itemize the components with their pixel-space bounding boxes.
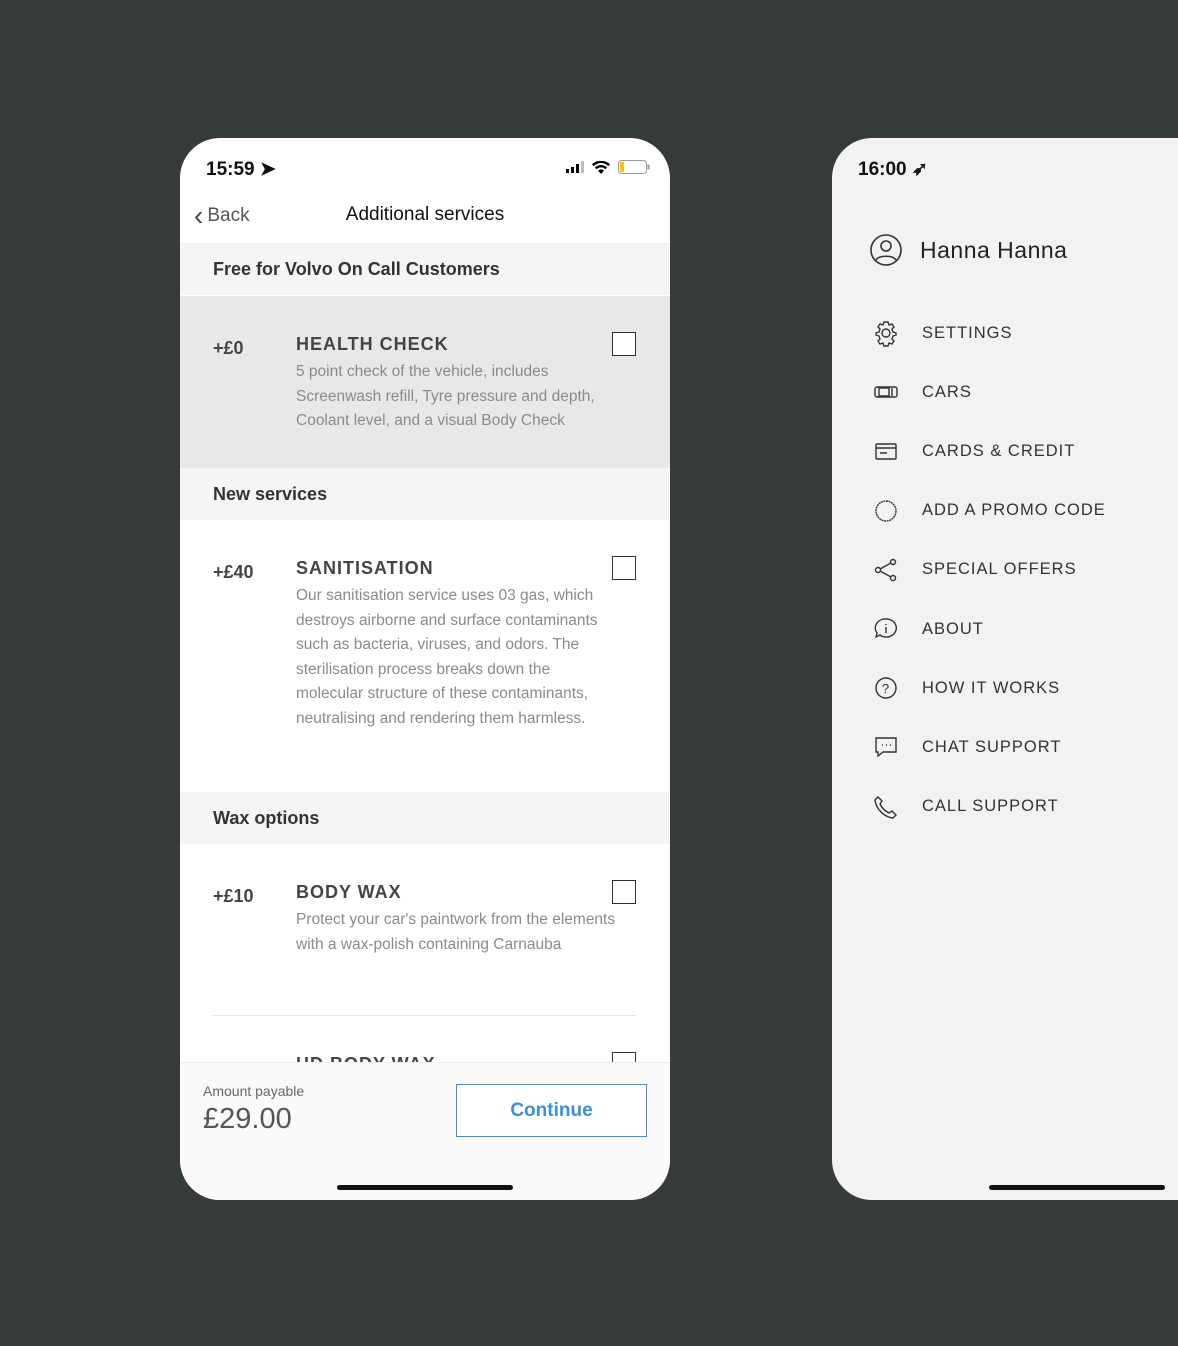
home-indicator: [337, 1185, 513, 1190]
menu-item-chat-support[interactable]: CHAT SUPPORT: [872, 733, 1061, 761]
section-header: Free for Volvo On Call Customers: [180, 243, 670, 295]
user-icon: [870, 234, 902, 266]
home-indicator: [989, 1185, 1165, 1190]
price: +£10: [213, 886, 254, 906]
price: +£40: [213, 562, 254, 582]
menu-label: CALL SUPPORT: [922, 797, 1059, 816]
service-body-wax[interactable]: +£10 BODY WAX Protect your car's paintwo…: [180, 844, 670, 1016]
menu-item-how-it-works[interactable]: ? HOW IT WORKS: [872, 674, 1060, 702]
menu-label: SPECIAL OFFERS: [922, 560, 1077, 579]
checkbox[interactable]: [612, 880, 636, 904]
promo-badge-icon: [875, 499, 897, 522]
section-header: New services: [180, 468, 670, 520]
chat-icon: [875, 737, 897, 758]
menu-label: CARDS & CREDIT: [922, 441, 1076, 460]
page-title: Additional services: [345, 204, 505, 225]
share-icon: [874, 558, 897, 581]
gear-icon: [875, 321, 897, 347]
credit-card-icon: [875, 443, 897, 461]
service-name: BODY WAX: [296, 882, 402, 902]
menu-label: HOW IT WORKS: [922, 678, 1061, 697]
checkbox[interactable]: [612, 332, 636, 356]
menu-label: ABOUT: [922, 619, 984, 638]
user-name: Hanna Hanna: [920, 236, 1068, 263]
payment-footer: Amount payable £29.00 Continue: [180, 1062, 670, 1200]
amount-value: £29.00: [203, 1103, 292, 1135]
amount-label: Amount payable: [203, 1083, 305, 1099]
price: +£0: [213, 338, 244, 358]
menu-screen: 16:00 ➶ Hanna Hanna SETTINGS CARS CARDS & …: [832, 138, 1178, 1200]
info-bubble-icon: [874, 618, 897, 639]
profile[interactable]: Hanna Hanna: [870, 234, 1067, 266]
service-description: Our sanitisation service uses 03 gas, wh…: [296, 587, 598, 727]
service-hd-body-wax[interactable]: HD BODY WAX: [180, 1016, 670, 1062]
svg-text:?: ?: [882, 681, 890, 696]
checkbox[interactable]: [612, 556, 636, 580]
battery-icon: [618, 160, 650, 174]
wifi-icon: [592, 160, 610, 174]
service-sanitisation[interactable]: +£40 SANITISATION Our sanitisation servi…: [180, 520, 670, 792]
menu-label: SETTINGS: [922, 323, 1013, 342]
menu-label: CHAT SUPPORT: [922, 737, 1062, 756]
section-header: Wax options: [180, 792, 670, 844]
service-health-check[interactable]: +£0 HEALTH CHECK 5 point check of the ve…: [180, 296, 670, 468]
service-description: 5 point check of the vehicle, includes S…: [296, 363, 595, 430]
menu-item-call-support[interactable]: CALL SUPPORT: [872, 793, 1059, 821]
checkbox[interactable]: [612, 1052, 636, 1062]
menu-item-settings[interactable]: SETTINGS: [872, 319, 1013, 347]
additional-services-screen: 15:59 ➤ ‹ Back Additional services Free f…: [180, 138, 670, 1200]
menu-item-add-a-promo-code[interactable]: ADD A PROMO CODE: [872, 497, 1106, 525]
menu-item-about[interactable]: ABOUT: [872, 615, 984, 643]
service-name: SANITISATION: [296, 558, 434, 578]
signal-icon: [566, 161, 584, 173]
menu-label: CARS: [922, 382, 972, 401]
continue-button[interactable]: Continue: [456, 1084, 647, 1137]
phone-icon: [874, 795, 897, 819]
menu-label: ADD A PROMO CODE: [922, 501, 1106, 520]
status-icons: [566, 160, 650, 174]
service-description: Protect your car's paintwork from the el…: [296, 911, 616, 953]
menu-item-cars[interactable]: CARS: [872, 378, 972, 406]
car-icon: [874, 386, 898, 398]
service-name: HD BODY WAX: [296, 1054, 436, 1062]
menu-item-special-offers[interactable]: SPECIAL OFFERS: [872, 556, 1077, 584]
status-time: 16:00 ➶: [858, 159, 928, 180]
service-name: HEALTH CHECK: [296, 334, 449, 354]
question-icon: ?: [875, 677, 897, 699]
status-time: 15:59 ➤: [206, 159, 276, 180]
menu-item-cards-credit[interactable]: CARDS & CREDIT: [872, 437, 1075, 465]
